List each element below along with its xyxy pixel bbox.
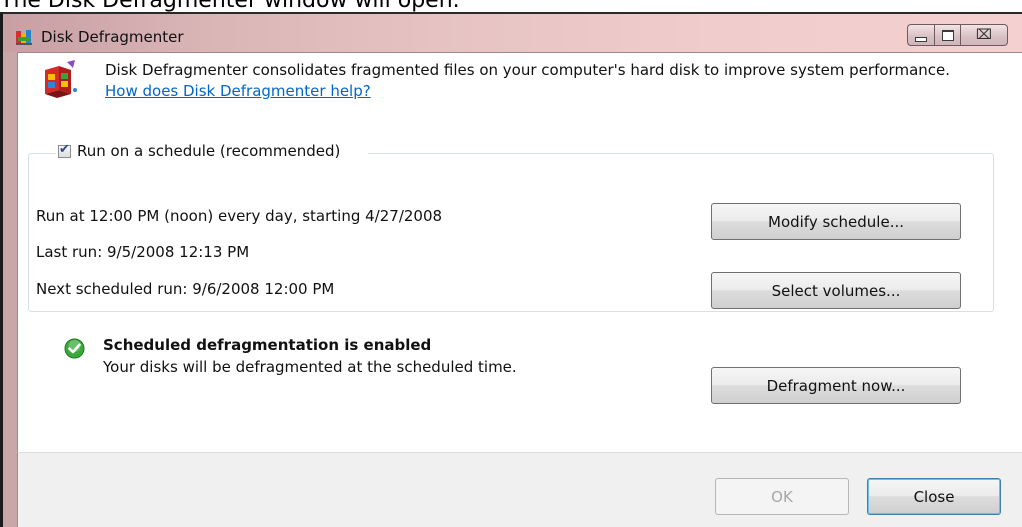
close-icon: ⌧ xyxy=(975,27,993,43)
disk-defragmenter-large-icon xyxy=(45,60,77,98)
caption-text: The Disk Defragmenter window will open. xyxy=(0,0,1022,12)
next-run-text: Next scheduled run: 9/6/2008 12:00 PM xyxy=(36,280,335,298)
select-volumes-button[interactable]: Select volumes... xyxy=(711,272,961,309)
schedule-checkbox-row[interactable]: ✔ Run on a schedule (recommended) xyxy=(56,141,369,160)
status-subtitle: Your disks will be defragmented at the s… xyxy=(103,358,517,376)
disk-defragmenter-app-icon xyxy=(16,30,32,45)
close-window-button[interactable]: ⌧ xyxy=(961,24,1008,46)
status-title: Scheduled defragmentation is enabled xyxy=(103,336,432,354)
title-bar[interactable]: Disk Defragmenter ⌧ xyxy=(3,14,1022,52)
schedule-checkbox-label: Run on a schedule (recommended) xyxy=(77,142,341,160)
defragment-now-button[interactable]: Defragment now... xyxy=(711,367,961,404)
window-title: Disk Defragmenter xyxy=(41,28,184,46)
run-at-text: Run at 12:00 PM (noon) every day, starti… xyxy=(36,207,443,225)
window-controls: ⌧ xyxy=(907,24,1008,48)
minimize-button[interactable] xyxy=(907,24,934,46)
help-link[interactable]: How does Disk Defragmenter help? xyxy=(105,82,371,100)
intro-description: Disk Defragmenter consolidates fragmente… xyxy=(105,60,985,102)
disk-defragmenter-window: Disk Defragmenter ⌧ Disk Defragmenter co… xyxy=(0,12,1022,527)
intro-text: Disk Defragmenter consolidates fragmente… xyxy=(105,61,951,79)
modify-schedule-button[interactable]: Modify schedule... xyxy=(711,203,961,240)
maximize-button[interactable] xyxy=(934,24,961,46)
ok-button[interactable]: OK xyxy=(715,478,849,515)
close-button[interactable]: Close xyxy=(867,478,1001,515)
schedule-checkbox[interactable]: ✔ xyxy=(58,141,71,158)
maximize-icon xyxy=(941,29,954,41)
checkmark-icon: ✔ xyxy=(59,141,70,157)
last-run-text: Last run: 9/5/2008 12:13 PM xyxy=(36,243,250,261)
check-circle-icon xyxy=(64,338,85,359)
minimize-icon xyxy=(915,36,927,42)
